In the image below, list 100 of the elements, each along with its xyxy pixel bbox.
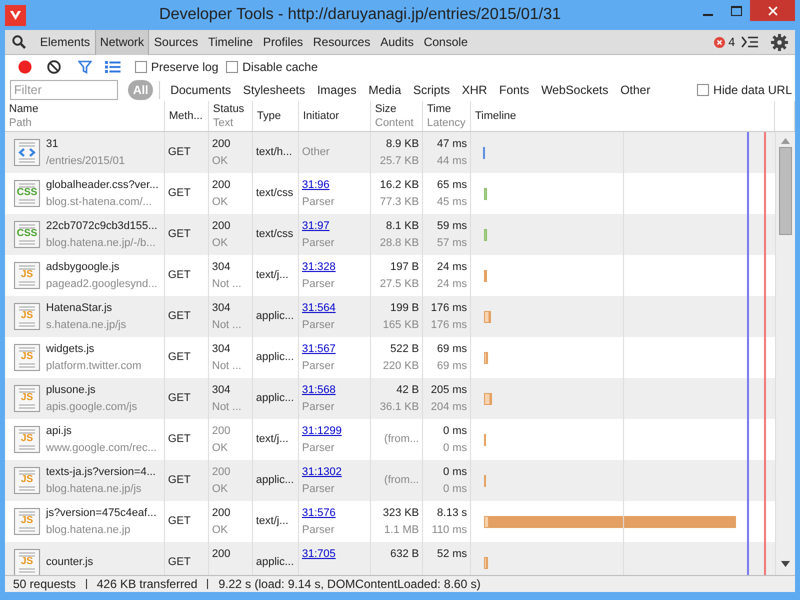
size-text: 199 B <box>389 301 419 316</box>
type-text: applic... <box>256 555 294 570</box>
latency-text: 0 ms <box>442 482 467 496</box>
tab[interactable]: Resources <box>308 30 376 54</box>
tab[interactable]: Audits <box>375 30 419 54</box>
column-header[interactable]: Status <box>213 102 244 116</box>
file-path: blog.hatena.ne.jp <box>46 522 132 538</box>
type-text: text/css <box>256 227 294 242</box>
close-button[interactable] <box>750 0 795 21</box>
tab[interactable]: Network <box>95 30 150 54</box>
status-text: Not ... <box>212 276 242 292</box>
file-path: platform.twitter.com <box>46 358 142 374</box>
type-filter-tab[interactable]: WebSockets <box>535 80 614 100</box>
file-name[interactable]: adsbygoogle.js <box>46 259 158 276</box>
column-header[interactable]: Timeline <box>475 109 516 123</box>
file-path: apis.google.com/js <box>46 400 138 414</box>
tab[interactable]: Console <box>418 30 473 54</box>
initiator-link[interactable]: 31:1302 <box>302 466 342 478</box>
close-icon <box>768 6 778 16</box>
type-filter-tab[interactable]: Stylesheets <box>237 80 312 100</box>
file-name[interactable]: HatenaStar.js <box>46 300 126 316</box>
type-filter-tab[interactable]: Media <box>362 80 408 100</box>
initiator-link[interactable]: 31:564 <box>302 302 336 314</box>
time-text: 0 ms <box>442 465 467 480</box>
status-code: 200 <box>212 547 232 562</box>
column-header[interactable]: Initiator <box>303 109 340 123</box>
latency-text: 176 ms <box>430 318 467 332</box>
time-text: 176 ms <box>430 301 467 316</box>
type-filter-tab[interactable]: Documents <box>164 80 238 100</box>
time-text: 8.13 s <box>436 506 467 521</box>
file-name[interactable]: counter.js <box>46 554 94 571</box>
file-name[interactable]: 31 <box>46 136 125 152</box>
console-drawer-icon[interactable] <box>741 36 759 48</box>
method-text: GET <box>168 514 191 530</box>
column-subheader: Content <box>375 116 414 130</box>
type-filter-tab[interactable]: XHR <box>456 80 494 100</box>
scroll-down-icon[interactable] <box>781 561 790 567</box>
content-size: 36.1 KB <box>378 400 419 414</box>
file-path: blog.st-hatena.com/... <box>46 194 153 210</box>
file-name[interactable]: globalheader.css?ver... <box>46 177 159 194</box>
column-header[interactable]: Time <box>427 102 452 116</box>
time-text: 52 ms <box>436 547 467 562</box>
latency-text: 0 ms <box>442 440 467 456</box>
checkbox[interactable] <box>697 84 710 96</box>
tab[interactable]: Elements <box>35 30 96 54</box>
file-name[interactable]: texts-ja.js?version=4... <box>46 464 156 480</box>
checkbox[interactable] <box>226 60 238 72</box>
tab[interactable]: Profiles <box>258 30 308 54</box>
maximize-icon[interactable] <box>730 6 742 16</box>
tab[interactable]: Timeline <box>203 30 258 54</box>
initiator-link[interactable]: 31:1299 <box>302 425 342 437</box>
file-path: blog.hatena.ne.jp/js <box>46 482 142 496</box>
js-file-icon: JS <box>14 426 40 453</box>
initiator-link[interactable]: 31:96 <box>302 179 330 191</box>
file-path: pagead2.googlesynd... <box>46 276 158 292</box>
column-header[interactable]: Type <box>257 109 281 123</box>
method-text: GET <box>168 227 191 242</box>
status-code: 200 <box>212 219 232 234</box>
latency-text: 57 ms <box>436 236 467 250</box>
initiator-cause: Parser <box>302 358 336 374</box>
file-name[interactable]: widgets.js <box>46 341 142 358</box>
type-filter-tab[interactable]: Scripts <box>407 80 456 100</box>
initiator-link[interactable]: 31:328 <box>302 261 336 273</box>
initiator-cause: Parser <box>302 318 336 332</box>
initiator-link[interactable]: 31:567 <box>302 343 336 355</box>
status-code: 304 <box>212 260 232 275</box>
initiator-link[interactable]: 31:576 <box>302 507 336 519</box>
time-text: 24 ms <box>436 260 467 275</box>
file-name[interactable]: 22cb7072c9cb3d155... <box>46 218 158 234</box>
status-code: 200 <box>212 137 232 152</box>
initiator-link[interactable]: 31:97 <box>302 220 330 232</box>
type-filter-tab[interactable]: Fonts <box>493 80 536 100</box>
js-file-icon: JS <box>14 262 40 289</box>
settings-icon[interactable] <box>771 34 788 50</box>
initiator-link[interactable]: 31:705 <box>302 548 336 560</box>
timeline-bar <box>484 474 486 486</box>
initiator-link[interactable]: 31:568 <box>302 384 336 396</box>
column-subheader: Latency <box>427 116 466 130</box>
error-icon <box>714 36 726 48</box>
file-name[interactable]: api.js <box>46 423 157 440</box>
timeline-bar <box>484 556 488 568</box>
status-code: 304 <box>212 383 232 398</box>
file-name[interactable]: plusone.js <box>46 382 138 398</box>
column-header[interactable]: Size <box>375 102 396 116</box>
checkbox[interactable] <box>135 60 147 72</box>
column-header[interactable]: Name <box>9 102 38 116</box>
content-size: 28.8 KB <box>378 236 419 250</box>
filter-field[interactable]: Filter <box>10 80 118 100</box>
timeline-bar <box>484 310 491 322</box>
tab[interactable]: Sources <box>149 30 204 54</box>
type-filter-tab[interactable]: Images <box>311 80 362 100</box>
file-name[interactable]: js?version=475c4eaf... <box>46 505 156 522</box>
file-path: /entries/2015/01 <box>46 154 125 168</box>
file-path: s.hatena.ne.jp/js <box>46 318 126 332</box>
time-text: 59 ms <box>436 219 467 234</box>
status-code: 200 <box>212 506 232 521</box>
column-header[interactable]: Meth... <box>169 109 203 123</box>
scrollbar-thumb[interactable] <box>779 147 792 235</box>
type-filter-tab[interactable]: Other <box>614 80 656 100</box>
latency-text: 44 ms <box>436 154 467 168</box>
